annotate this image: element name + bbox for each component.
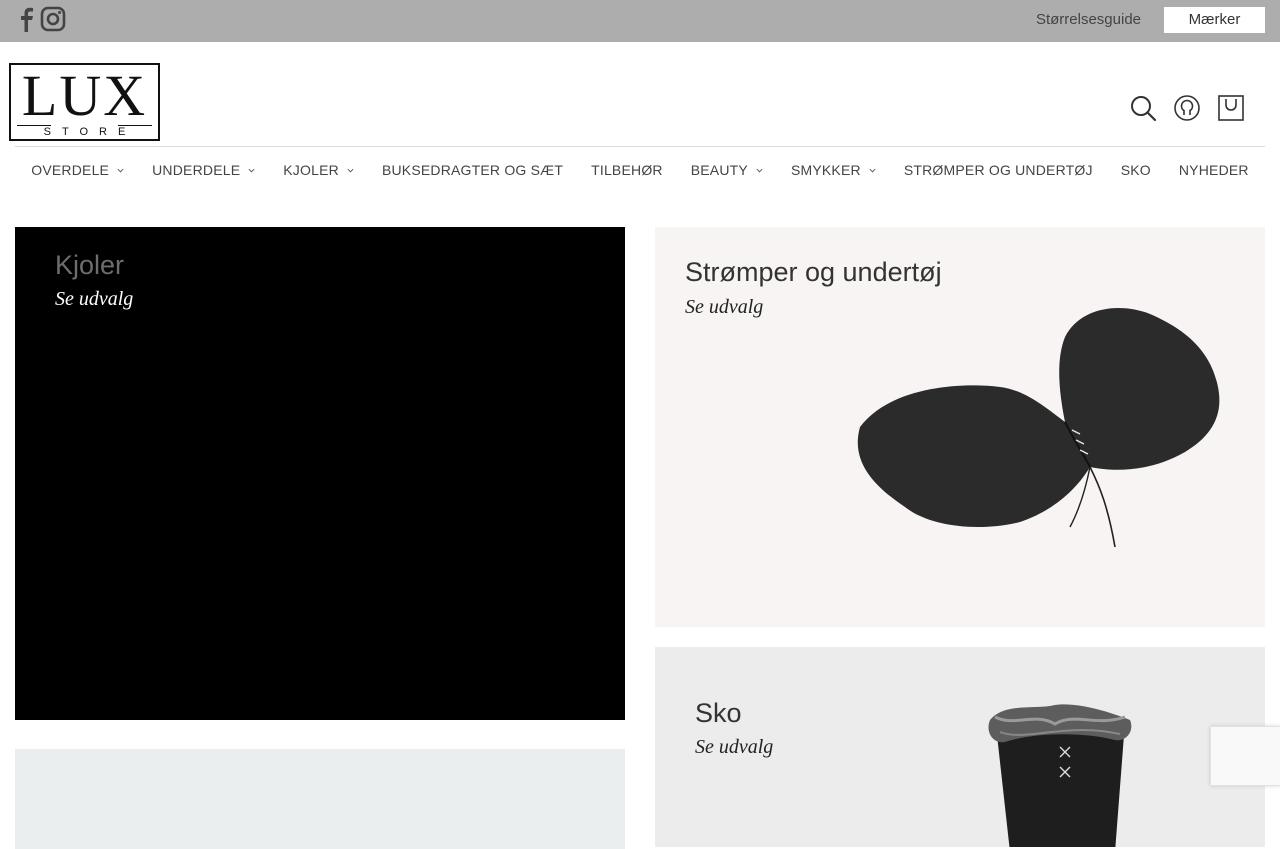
chevron-down-icon bbox=[117, 168, 124, 172]
chevron-down-icon bbox=[869, 168, 876, 172]
nav-item-label: SKO bbox=[1120, 162, 1151, 178]
nav-item-label: OVERDELE bbox=[31, 162, 110, 178]
nav-item-label: SMYKKER bbox=[790, 162, 861, 178]
tile-title: Sko bbox=[695, 698, 742, 728]
nav-item-label: BUKSEDRAGTER OG SÆT bbox=[381, 162, 564, 178]
top-bar: Størrelsesguide Mærker bbox=[0, 0, 1280, 42]
tile-title: Kjoler bbox=[55, 250, 125, 280]
boot-image bbox=[988, 704, 1132, 847]
logo-main-text: LUX bbox=[21, 63, 148, 128]
brands-button[interactable]: Mærker bbox=[1164, 7, 1265, 33]
nav-item-label: TILBEHØR bbox=[591, 162, 663, 178]
nav-item-label: BEAUTY bbox=[690, 162, 748, 178]
store-logo[interactable]: LUX STORE bbox=[9, 63, 160, 141]
strapless-bra-image bbox=[857, 307, 1220, 548]
tile-cta[interactable]: Se udvalg bbox=[695, 736, 773, 759]
tile-cta[interactable]: Se udvalg bbox=[685, 296, 763, 319]
nav-item-7[interactable]: STRØMPER OG UNDERTØJ bbox=[890, 162, 1107, 178]
logo-sub-text: STORE bbox=[43, 126, 137, 138]
header-icons bbox=[1129, 94, 1245, 122]
account-icon[interactable] bbox=[1173, 94, 1201, 122]
category-tile-shoes[interactable]: Sko Se udvalg bbox=[655, 647, 1265, 847]
nav-item-label: UNDERDELE bbox=[152, 162, 241, 178]
facebook-icon[interactable] bbox=[18, 6, 34, 32]
category-tile-bottom[interactable] bbox=[15, 749, 625, 849]
nav-item-4[interactable]: TILBEHØR bbox=[577, 162, 677, 178]
chevron-down-icon bbox=[248, 168, 255, 172]
recaptcha-badge[interactable] bbox=[1210, 726, 1280, 786]
chevron-down-icon bbox=[756, 168, 763, 172]
chevron-down-icon bbox=[347, 168, 354, 172]
tile-title: Strømper og undertøj bbox=[685, 257, 942, 287]
nav-item-5[interactable]: BEAUTY bbox=[677, 162, 777, 178]
nav-item-label: NYHEDER bbox=[1178, 162, 1249, 178]
nav-item-6[interactable]: SMYKKER bbox=[777, 162, 890, 178]
size-guide-link[interactable]: Størrelsesguide bbox=[1036, 11, 1141, 28]
nav-item-3[interactable]: BUKSEDRAGTER OG SÆT bbox=[368, 162, 577, 178]
cart-icon[interactable] bbox=[1217, 94, 1245, 122]
nav-item-2[interactable]: KJOLER bbox=[269, 162, 368, 178]
main-navigation: OVERDELE UNDERDELE KJOLER BUKSEDRAGTER OG S… bbox=[0, 147, 1280, 193]
search-icon[interactable] bbox=[1129, 94, 1157, 122]
nav-item-8[interactable]: SKO bbox=[1107, 162, 1165, 178]
nav-item-0[interactable]: OVERDELE bbox=[17, 162, 138, 178]
nav-item-label: KJOLER bbox=[283, 162, 339, 178]
social-links bbox=[18, 6, 66, 32]
tile-cta[interactable]: Se udvalg bbox=[55, 288, 133, 311]
nav-item-1[interactable]: UNDERDELE bbox=[138, 162, 269, 178]
nav-item-9[interactable]: NYHEDER bbox=[1165, 162, 1263, 178]
nav-item-label: STRØMPER OG UNDERTØJ bbox=[903, 162, 1093, 178]
category-tile-dresses[interactable]: Kjoler Se udvalg bbox=[15, 227, 625, 720]
category-tile-underwear[interactable]: Strømper og undertøj Se udvalg bbox=[655, 227, 1265, 627]
instagram-icon[interactable] bbox=[40, 6, 66, 32]
